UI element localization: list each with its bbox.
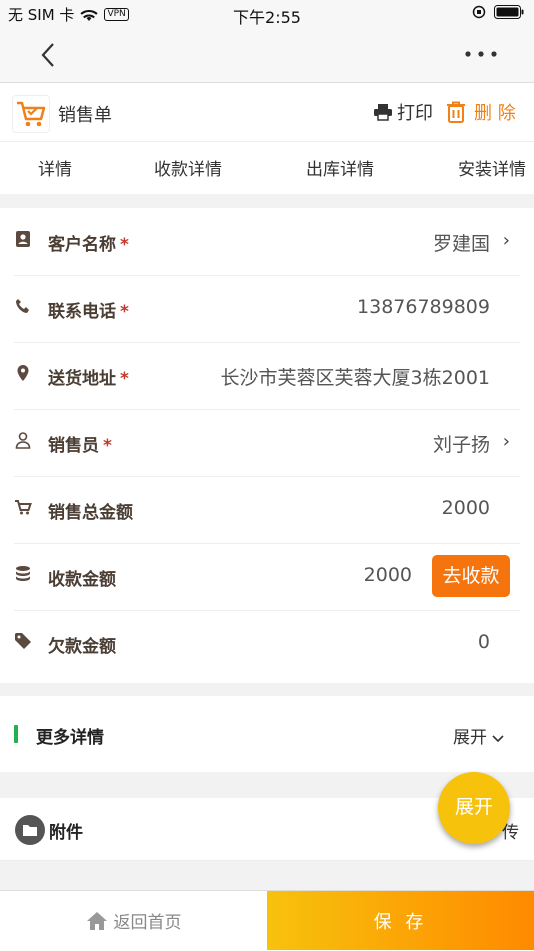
- delete-label: 删 除: [474, 103, 516, 124]
- owed-value: 0: [477, 631, 490, 653]
- chevron-down-icon: [492, 735, 504, 743]
- section-marker: [14, 725, 18, 743]
- tab-details[interactable]: 详情: [38, 155, 72, 180]
- phone-label-text: 联系电话: [48, 302, 116, 322]
- contact-card-icon: [16, 231, 30, 247]
- phone-icon: [16, 299, 29, 313]
- required-mark: *: [120, 302, 129, 322]
- home-icon: [86, 911, 107, 930]
- navigation-bar: [0, 28, 534, 83]
- print-button[interactable]: 打印: [373, 99, 433, 125]
- total-row: 销售总金额 2000: [14, 476, 520, 544]
- salesperson-label-text: 销售员: [48, 436, 99, 456]
- required-mark: *: [120, 369, 129, 389]
- received-value: 2000: [363, 564, 412, 586]
- salesperson-label: 销售员 *: [48, 431, 112, 456]
- delete-button[interactable]: 删 除: [446, 99, 516, 125]
- folder-icon: [23, 825, 37, 836]
- page-title: 销售单: [58, 105, 112, 126]
- trash-icon: [447, 101, 465, 123]
- tab-outbound-details[interactable]: 出库详情: [306, 155, 374, 180]
- save-button[interactable]: 保 存: [267, 891, 534, 950]
- cart-logo: [12, 95, 50, 133]
- owed-label: 欠款金额: [48, 637, 116, 657]
- status-time: 下午2:55: [233, 8, 301, 27]
- tab-install-details[interactable]: 安装详情: [458, 155, 526, 180]
- required-mark: *: [120, 235, 129, 255]
- person-icon: [15, 432, 31, 449]
- attachment-label: 附件: [49, 823, 83, 843]
- battery-icon: [494, 5, 524, 19]
- more-icon[interactable]: [464, 50, 498, 58]
- total-label: 销售总金额: [48, 503, 133, 523]
- customer-label-text: 客户名称: [48, 235, 116, 255]
- coin-stack-icon: [16, 566, 30, 581]
- total-value: 2000: [441, 497, 490, 519]
- cart-icon: [17, 101, 46, 127]
- chevron-right-icon: ›: [502, 230, 510, 251]
- phone-label: 联系电话 *: [48, 297, 129, 322]
- status-right: [472, 5, 524, 19]
- tab-payment-details[interactable]: 收款详情: [154, 155, 222, 180]
- customer-value: 罗建国: [432, 233, 490, 255]
- received-label: 收款金额: [48, 570, 116, 590]
- salesperson-row[interactable]: 销售员 * 刘子扬 ›: [14, 409, 520, 477]
- phone-row[interactable]: 联系电话 * 13876789809: [14, 275, 520, 343]
- home-button[interactable]: 返回首页: [0, 891, 267, 950]
- address-value: 长沙市芙蓉区芙蓉大厦3栋2001: [220, 367, 490, 389]
- customer-label: 客户名称 *: [48, 230, 129, 255]
- location-pin-icon: [17, 365, 29, 381]
- expand-label: 展开: [453, 728, 487, 748]
- cart-small-icon: [15, 500, 32, 515]
- address-label: 送货地址 *: [48, 364, 129, 389]
- more-details-title: 更多详情: [36, 728, 104, 748]
- orientation-lock-icon: [472, 5, 486, 19]
- phone-value: 13876789809: [357, 296, 490, 318]
- expand-fab-button[interactable]: 展开: [438, 772, 510, 844]
- tag-icon: [15, 633, 31, 649]
- collect-payment-button[interactable]: 去收款: [432, 555, 510, 597]
- status-bar: 无 SIM 卡 VPN 下午2:55: [0, 0, 534, 28]
- print-label: 打印: [397, 103, 433, 124]
- order-form: 客户名称 * 罗建国 › 联系电话 * 13876789809 送货地址 * 长沙市芙…: [0, 208, 534, 683]
- expand-toggle[interactable]: 展开: [453, 723, 504, 748]
- customer-row[interactable]: 客户名称 * 罗建国 ›: [14, 208, 520, 276]
- required-mark: *: [103, 436, 112, 456]
- address-row[interactable]: 送货地址 * 长沙市芙蓉区芙蓉大厦3栋2001: [14, 342, 520, 410]
- tab-bar: [0, 142, 534, 194]
- address-label-text: 送货地址: [48, 369, 116, 389]
- printer-icon: [374, 104, 392, 121]
- received-row: 收款金额 2000 去收款: [14, 543, 520, 611]
- chevron-right-icon: ›: [502, 431, 510, 452]
- folder-badge: [15, 815, 45, 845]
- owed-row: 欠款金额 0: [14, 610, 520, 677]
- salesperson-value: 刘子扬: [432, 434, 490, 456]
- home-label: 返回首页: [113, 913, 182, 933]
- back-icon[interactable]: [40, 42, 56, 68]
